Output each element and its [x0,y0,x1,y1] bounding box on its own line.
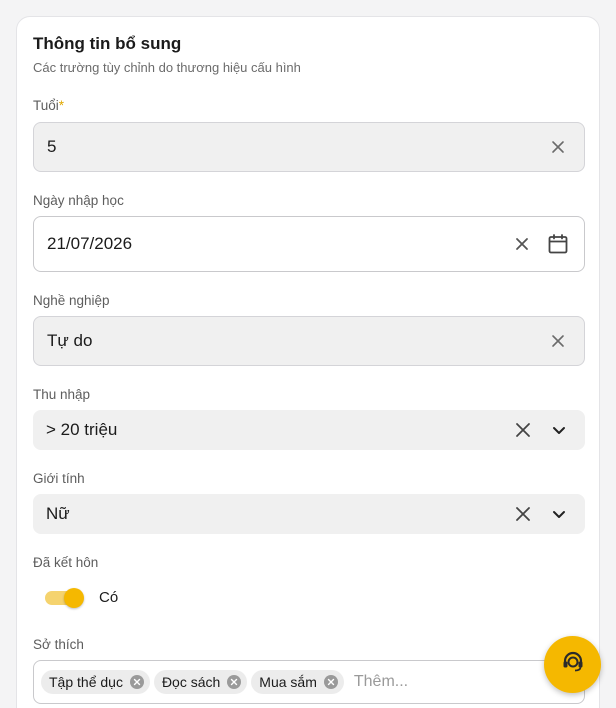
age-value[interactable]: 5 [47,137,546,157]
close-icon[interactable] [511,418,535,442]
occupation-value[interactable]: Tự do [47,331,546,351]
gender-select[interactable]: Nữ [33,494,585,534]
hobby-tag: Đọc sách [153,670,248,694]
income-select[interactable]: > 20 triệu [33,410,585,450]
gender-label: Giới tính [33,471,85,486]
income-label: Thu nhập [33,387,91,402]
remove-tag-icon[interactable] [129,675,144,689]
hobbies-label: Sở thích [33,637,84,652]
hobby-tag-label: Tập thể dục [49,674,123,690]
married-toggle[interactable] [45,587,84,608]
occupation-label: Nghề nghiệp [33,293,110,308]
enroll-date-value[interactable]: 21/07/2026 [47,234,510,254]
remove-tag-icon[interactable] [227,675,242,689]
section-subtitle: Các trường tùy chỉnh do thương hiệu cấu … [33,60,301,75]
enroll-date-field[interactable]: 21/07/2026 [33,216,585,272]
support-agent-icon [560,649,586,680]
additional-info-card: Thông tin bổ sung Các trường tùy chỉnh d… [16,16,600,708]
close-icon[interactable] [511,502,535,526]
age-label: Tuổi* [33,98,64,113]
chevron-down-icon[interactable] [547,502,571,526]
required-mark: * [58,98,65,113]
married-toggle-text: Có [99,589,119,606]
close-icon[interactable] [546,135,570,159]
calendar-icon[interactable] [546,232,570,256]
hobby-tag-label: Đọc sách [161,674,221,690]
hobbies-tag-input[interactable]: Tập thể dục Đọc sách Mua sắm [33,660,585,704]
remove-tag-icon[interactable] [323,675,338,689]
married-label: Đã kết hôn [33,555,99,570]
occupation-field[interactable]: Tự do [33,316,585,366]
gender-value[interactable]: Nữ [46,504,511,524]
hobby-tag: Tập thể dục [41,670,150,694]
age-field[interactable]: 5 [33,122,585,172]
hobbies-add-input[interactable] [353,673,474,691]
toggle-knob [64,587,84,608]
age-label-text: Tuổi [33,98,59,113]
support-button[interactable] [544,636,601,693]
hobby-tag-label: Mua sắm [259,674,317,690]
close-icon[interactable] [546,329,570,353]
hobby-tag: Mua sắm [251,670,344,694]
married-toggle-row: Có [45,587,119,608]
chevron-down-icon[interactable] [547,418,571,442]
close-icon[interactable] [510,232,534,256]
section-title: Thông tin bổ sung [33,34,182,53]
income-value[interactable]: > 20 triệu [46,420,511,440]
enroll-date-label: Ngày nhập học [33,193,124,208]
